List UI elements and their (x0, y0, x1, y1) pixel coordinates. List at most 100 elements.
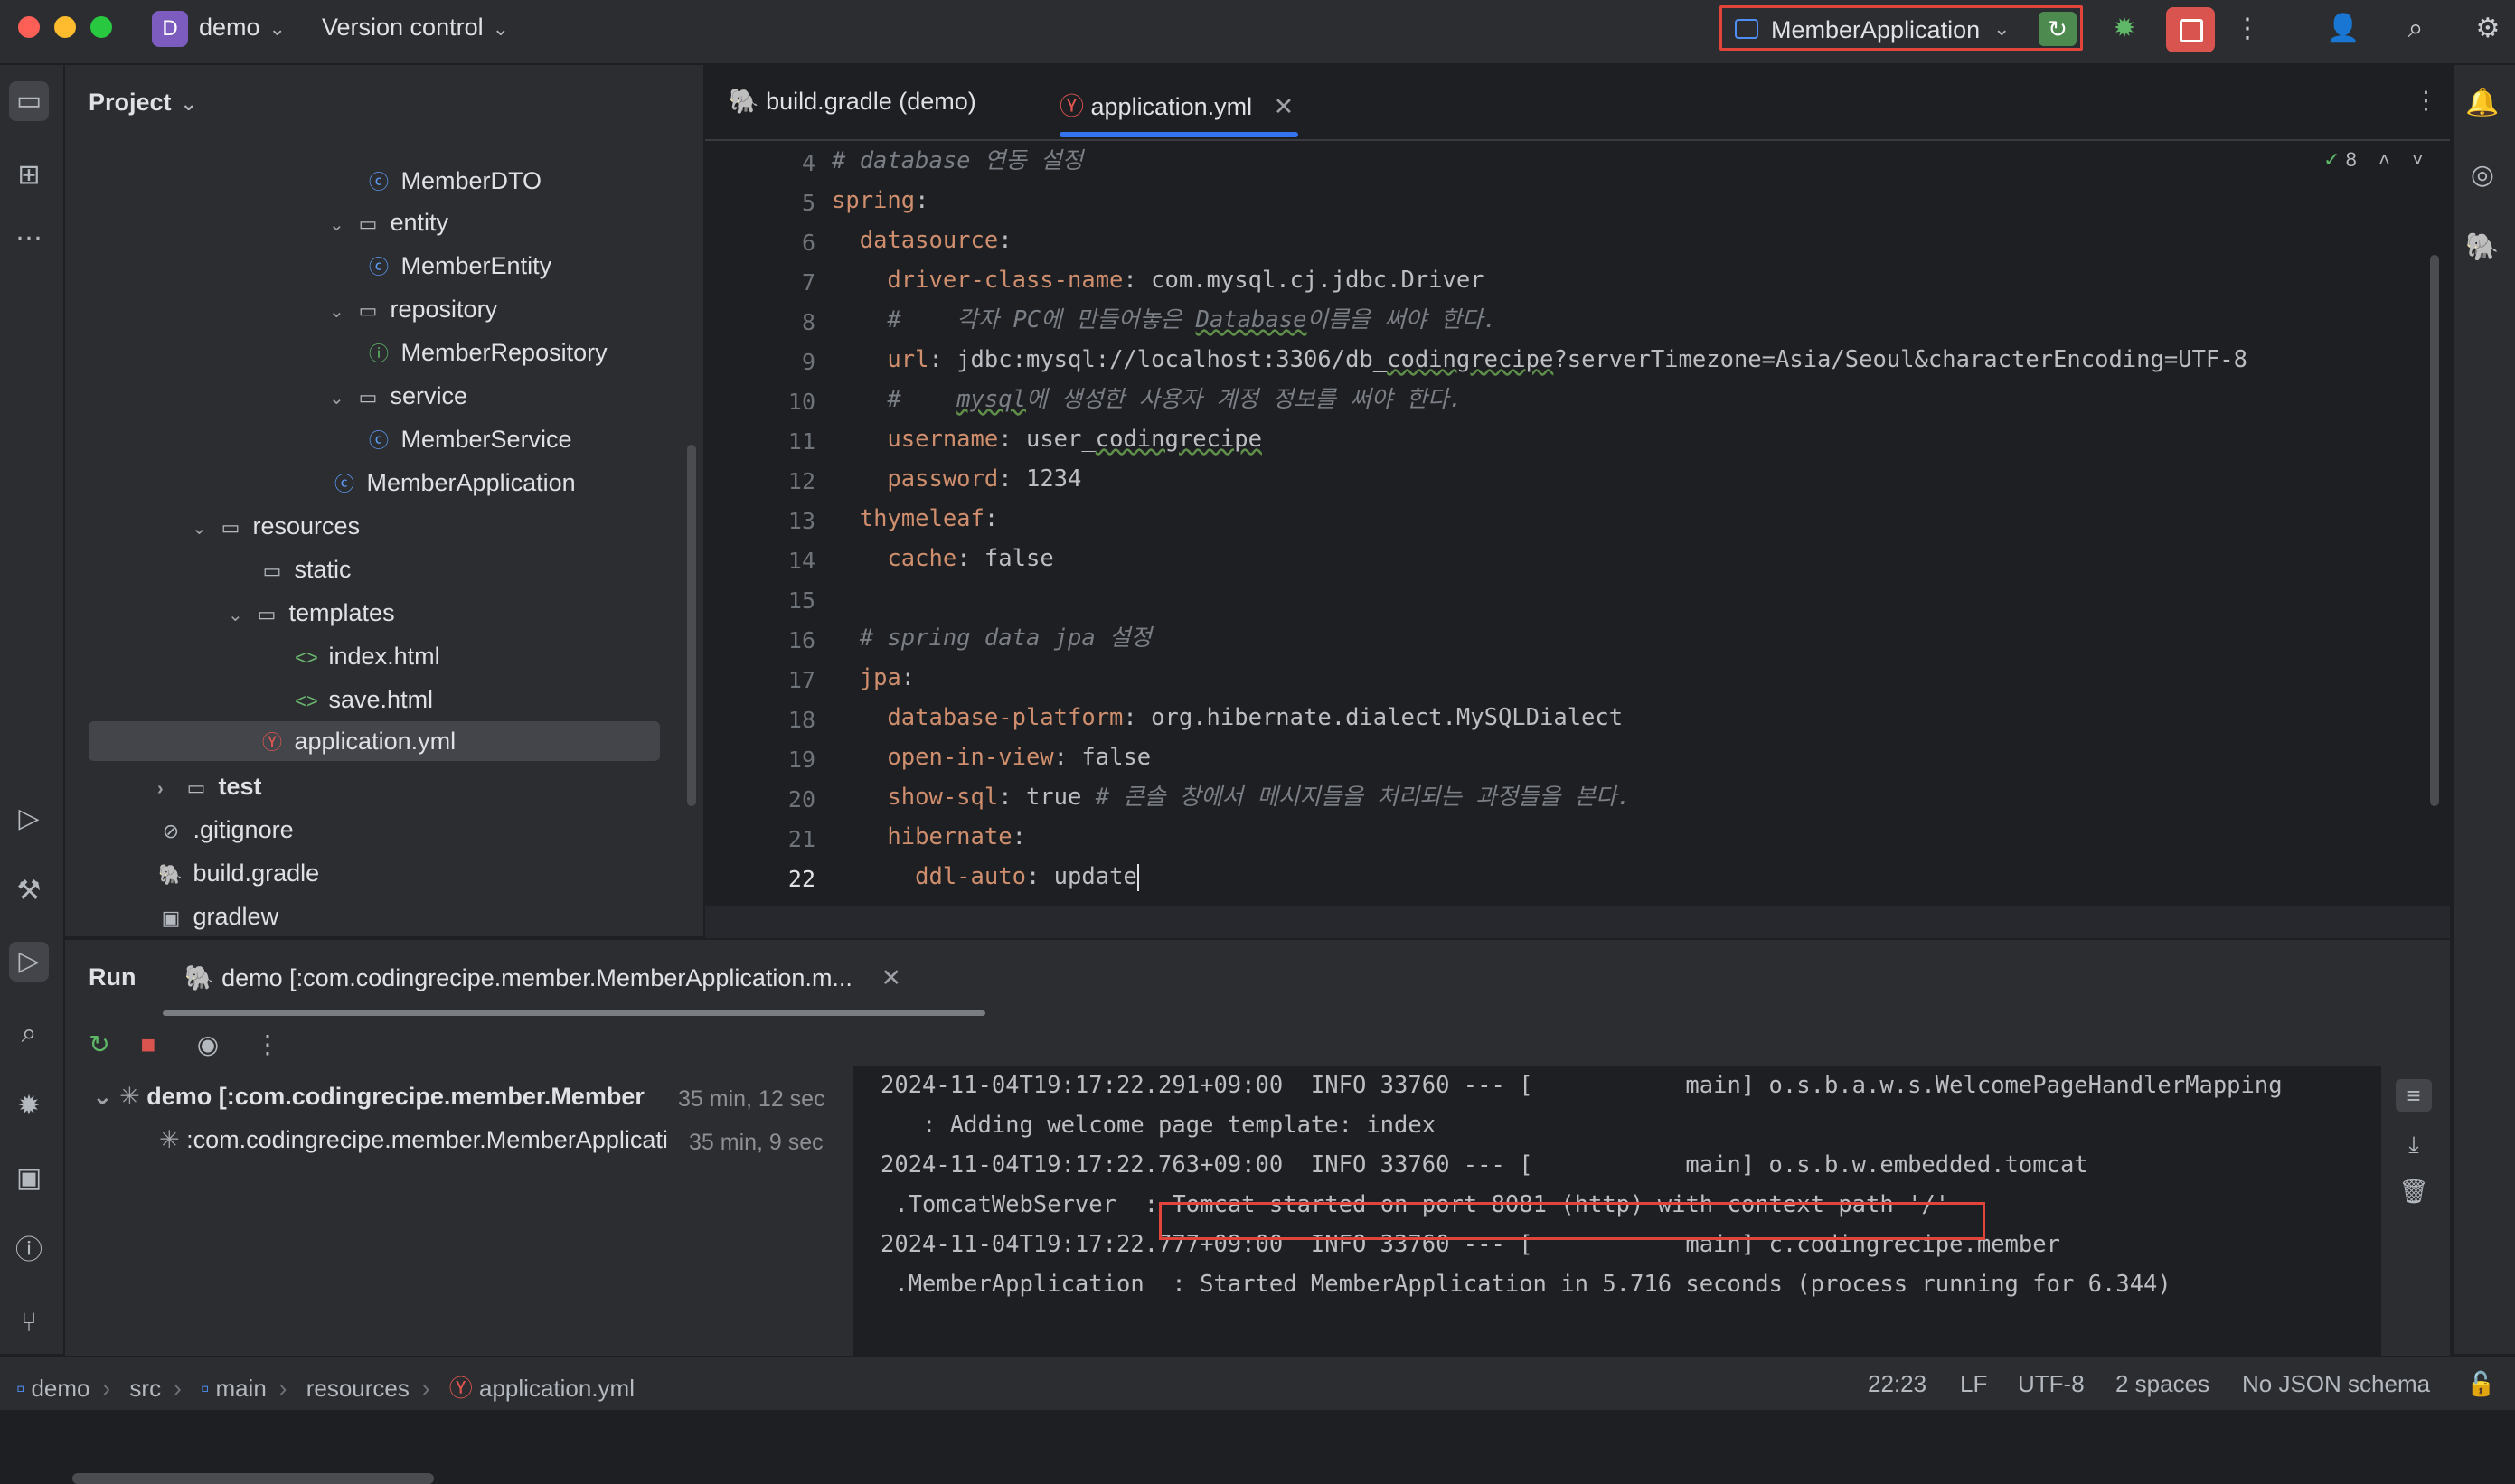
run-icon[interactable]: ▷ (9, 942, 49, 982)
search-icon[interactable]: ⌕ (9, 1014, 49, 1054)
eye-icon[interactable]: ◉ (192, 1028, 224, 1061)
tree-item-memberservice[interactable]: ⓒ MemberService (363, 419, 572, 459)
code-line: spring: (832, 187, 929, 214)
tree-item-resources[interactable]: ⌄ ▭ resources (192, 506, 360, 546)
indent-setting[interactable]: 2 spaces (2115, 1370, 2209, 1398)
project-panel-header[interactable]: Project ⌄ (89, 89, 197, 117)
log-line: 2024-11-04T19:17:22.291+09:00 INFO 33760… (881, 1072, 2283, 1099)
services-icon[interactable]: ▷ (9, 799, 49, 839)
breadcrumb-item[interactable]: application.yml (479, 1375, 635, 1402)
tree-item-memberentity[interactable]: ⓒ MemberEntity (363, 246, 551, 286)
more-icon[interactable]: ⋯ (9, 219, 49, 258)
line-number: 5 (801, 190, 815, 216)
add-user-icon[interactable]: 👤 (2323, 9, 2363, 49)
vcs-menu[interactable]: Version control ⌄ (322, 14, 509, 42)
editor-tab-bar: 🐘 build.gradle (demo) Ⓨ application.yml … (705, 65, 2450, 141)
tree-item-memberdto[interactable]: ⓒ MemberDTO (363, 161, 542, 201)
line-number: 16 (787, 627, 815, 653)
tree-item-templates[interactable]: ⌄ ▭ templates (228, 593, 395, 633)
more-icon[interactable]: ⋮ (251, 1028, 284, 1061)
run-tree-scrollbar[interactable] (72, 1473, 434, 1484)
close-icon[interactable]: ✕ (881, 964, 901, 991)
terminal-icon[interactable]: ▣ (9, 1159, 49, 1198)
settings-icon[interactable]: ⚙ (2468, 9, 2508, 49)
trash-icon[interactable]: 🗑 (2396, 1175, 2432, 1207)
tab-build-gradle[interactable]: 🐘 build.gradle (demo) (729, 87, 976, 116)
file-encoding[interactable]: UTF-8 (2018, 1370, 2085, 1398)
code-line: hibernate: (887, 823, 1026, 850)
code-area[interactable]: # database 연동 설정 spring: datasource: dri… (832, 141, 2432, 936)
tree-item-label: save.html (328, 686, 434, 713)
run-tab[interactable]: 🐘 demo [:com.codingrecipe.member.MemberA… (184, 963, 901, 992)
more-icon[interactable]: ⋮ (2228, 9, 2267, 49)
stop-icon[interactable]: ■ (132, 1028, 165, 1061)
tab-application-yml[interactable]: Ⓨ application.yml ✕ (1060, 87, 1294, 122)
caret-position[interactable]: 22:23 (1868, 1370, 1926, 1398)
close-icon[interactable]: ✕ (1274, 93, 1295, 120)
scroll-to-end-icon[interactable]: ⤓ (2396, 1128, 2432, 1160)
tree-item-memberrepository[interactable]: ⓘ MemberRepository (363, 333, 608, 372)
lock-icon[interactable]: 🔓 (2466, 1370, 2495, 1398)
line-number: 7 (801, 269, 815, 296)
folder-icon[interactable]: ▭ (9, 81, 49, 121)
structure-icon[interactable]: ⊞ (9, 155, 49, 195)
tree-item-build-gradle[interactable]: 🐘 build.gradle (155, 853, 319, 893)
tree-item-gradlew[interactable]: ▣ gradlew (155, 897, 278, 936)
json-schema[interactable]: No JSON schema (2242, 1370, 2430, 1398)
editor-scrollbar[interactable] (2430, 255, 2439, 806)
line-separator[interactable]: LF (1960, 1370, 1987, 1398)
chevron-down-icon[interactable]: ⌄ (192, 509, 215, 549)
ai-icon[interactable]: ◎ (2463, 155, 2502, 195)
breadcrumb-item[interactable]: main (215, 1375, 266, 1402)
maximize-window-button[interactable] (90, 16, 112, 38)
git-icon[interactable]: ⑂ (9, 1303, 49, 1343)
problems-icon[interactable]: ⓘ (9, 1231, 49, 1271)
tree-item-static[interactable]: ▭ static (257, 549, 352, 589)
chevron-right-icon[interactable]: › (157, 769, 181, 809)
rerun-icon[interactable]: ↻ (83, 1028, 116, 1061)
code-line: cache: false (887, 545, 1054, 572)
close-window-button[interactable] (18, 16, 40, 38)
chevron-down-icon[interactable]: ⌄ (329, 292, 353, 332)
package-icon: ▭ (358, 212, 378, 235)
chevron-down-icon[interactable]: ⌄ (329, 205, 353, 245)
active-tab-indicator (163, 1010, 985, 1016)
chevron-down-icon[interactable]: ⌄ (92, 1083, 113, 1110)
run-duration: 35 min, 9 sec (689, 1130, 824, 1155)
soft-wrap-icon[interactable]: ≡ (2396, 1079, 2432, 1112)
project-switcher[interactable]: demo ⌄ (199, 14, 286, 42)
build-icon[interactable]: ⚒ (9, 871, 49, 911)
gradle-file-icon: 🐘 (729, 88, 759, 115)
run-tree-item[interactable]: ⌄ ✳ demo [:com.codingrecipe.member.Membe… (92, 1083, 645, 1111)
tree-item-label: gradlew (193, 903, 279, 930)
code-line: driver-class-name: com.mysql.cj.jdbc.Dri… (887, 267, 1484, 294)
breadcrumb-item[interactable]: demo (31, 1375, 89, 1402)
tree-item-service[interactable]: ⌄ ▭ service (329, 376, 467, 416)
minimize-window-button[interactable] (54, 16, 76, 38)
search-icon[interactable]: ⌕ (2396, 9, 2435, 49)
breadcrumb-item[interactable]: src (129, 1375, 161, 1402)
tree-item-repository[interactable]: ⌄ ▭ repository (329, 289, 497, 329)
debug-icon[interactable]: ✹ (2105, 9, 2144, 49)
tree-item-index-html[interactable]: <> index.html (291, 636, 439, 676)
chevron-down-icon[interactable]: ⌄ (329, 379, 353, 418)
run-config-selector[interactable]: MemberApplication ⌄ ↻ (1719, 5, 2083, 51)
chevron-down-icon[interactable]: ⌄ (228, 596, 251, 635)
project-scrollbar[interactable] (687, 445, 696, 806)
tree-item-gitignore[interactable]: ⊘ .gitignore (155, 810, 294, 850)
tree-item-save-html[interactable]: <> save.html (291, 680, 433, 719)
more-icon[interactable]: ⋮ (2414, 87, 2438, 115)
stop-button[interactable] (2166, 7, 2215, 52)
tree-item-label: service (390, 382, 468, 409)
tree-item-application-yml[interactable]: Ⓨ application.yml (89, 721, 660, 761)
notifications-icon[interactable]: 🔔 (2463, 83, 2502, 123)
gradle-icon[interactable]: 🐘 (2463, 228, 2502, 268)
run-tab-label: demo [:com.codingrecipe.member.MemberApp… (221, 964, 852, 991)
rerun-button[interactable]: ↻ (2039, 12, 2077, 46)
debug-icon[interactable]: ✹ (9, 1086, 49, 1126)
tree-item-entity[interactable]: ⌄ ▭ entity (329, 202, 448, 242)
run-tree-item[interactable]: ✳ :com.codingrecipe.member.MemberApplica… (159, 1126, 668, 1154)
breadcrumb-item[interactable]: resources (306, 1375, 410, 1402)
tree-item-memberapplication[interactable]: ⓒ MemberApplication (329, 463, 576, 502)
tree-item-test[interactable]: › ▭ test (157, 766, 262, 806)
